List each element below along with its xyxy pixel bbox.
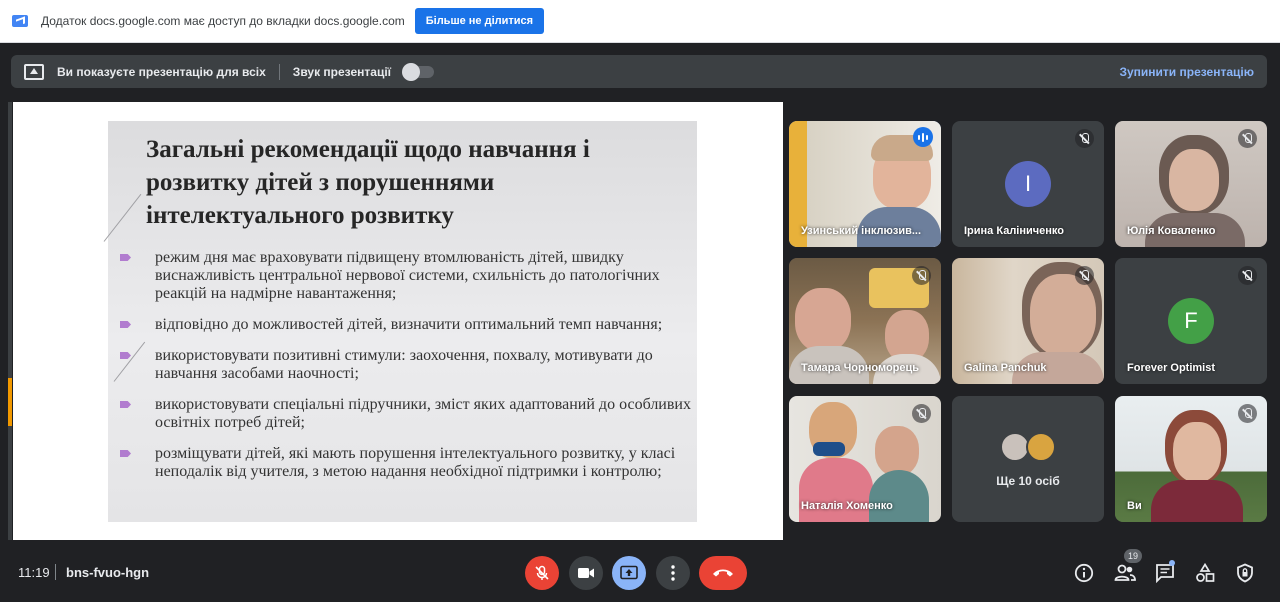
- stop-sharing-button[interactable]: Більше не ділитися: [414, 8, 545, 34]
- bullet-arrow-icon: [120, 450, 131, 457]
- avatar: І: [1005, 161, 1051, 207]
- more-options-icon: [671, 565, 675, 581]
- bullet-arrow-icon: [120, 352, 131, 359]
- person-silhouette: [1151, 480, 1243, 522]
- tab-share-bar: Додаток docs.google.com має доступ до вк…: [0, 0, 1280, 43]
- mic-off-icon: [912, 404, 931, 423]
- participant-tile[interactable]: Тамара Чорноморець: [789, 258, 941, 384]
- people-button[interactable]: [1114, 562, 1136, 584]
- slide-bullet: відповідно до можливостей дітей, визначи…: [118, 316, 693, 334]
- participant-tile[interactable]: Наталія Хоменко: [789, 396, 941, 522]
- bullet-text: використовувати спеціальні підручники, з…: [155, 396, 691, 431]
- share-message: Додаток docs.google.com має доступ до вк…: [41, 14, 405, 28]
- person-silhouette: [813, 442, 845, 456]
- bullet-text: відповідно до можливостей дітей, визначи…: [155, 316, 663, 333]
- more-participants-label: Ще 10 осіб: [996, 474, 1060, 488]
- bullet-arrow-icon: [120, 321, 131, 328]
- participant-name: Ви: [1127, 500, 1142, 512]
- participant-name: Ірина Каліниченко: [964, 225, 1064, 237]
- more-participants-tile[interactable]: Ще 10 осіб: [952, 396, 1104, 522]
- avatar: [1026, 432, 1056, 462]
- meeting-info-button[interactable]: [1073, 562, 1095, 584]
- person-silhouette: [869, 470, 929, 522]
- presenting-bar: Ви показуєте презентацію для всіх Звук п…: [11, 55, 1267, 88]
- host-controls-icon: [1237, 563, 1253, 583]
- left-edge-accent: [8, 378, 12, 426]
- participant-tile[interactable]: Galina Panchuk: [952, 258, 1104, 384]
- participant-name: Forever Optimist: [1127, 362, 1216, 374]
- person-silhouette: [799, 458, 873, 522]
- bullet-text: режим дня має враховувати підвищену втом…: [155, 249, 660, 302]
- person-silhouette: [1169, 149, 1219, 211]
- slide-content-panel: Загальні рекомендації щодо навчання і ро…: [103, 121, 697, 522]
- person-silhouette: [1173, 422, 1221, 482]
- participant-name: Galina Panchuk: [964, 362, 1047, 374]
- self-view-tile[interactable]: Ви: [1115, 396, 1267, 522]
- mic-toggle-button[interactable]: [525, 556, 559, 590]
- camera-toggle-button[interactable]: [569, 556, 603, 590]
- info-icon: [1074, 563, 1094, 583]
- present-icon: [620, 565, 638, 580]
- chat-notification-dot: [1169, 560, 1175, 566]
- more-options-button[interactable]: [656, 556, 690, 590]
- slide-title: Загальні рекомендації щодо навчання і ро…: [146, 136, 590, 229]
- shared-slide: Загальні рекомендації щодо навчання і ро…: [13, 102, 783, 540]
- slide-bullet: режим дня має враховувати підвищену втом…: [118, 249, 693, 303]
- person-silhouette: [875, 426, 919, 476]
- divider: [278, 63, 280, 80]
- present-button[interactable]: [612, 556, 646, 590]
- mic-off-icon: [1075, 266, 1094, 285]
- activities-button[interactable]: [1194, 562, 1216, 584]
- avatar: F: [1168, 298, 1214, 344]
- toggle-knob: [402, 62, 421, 81]
- participant-name: Юлія Коваленко: [1127, 225, 1216, 237]
- present-screen-icon: [24, 63, 44, 80]
- bullet-text: використовувати позитивні стимули: заохо…: [155, 347, 653, 382]
- mic-off-icon: [535, 565, 549, 580]
- bullet-text: розміщувати дітей, які мають порушення і…: [155, 445, 676, 480]
- chat-icon: [1156, 564, 1174, 583]
- participant-name: Узинський інклюзив...: [801, 225, 922, 237]
- slide-bullet: використовувати спеціальні підручники, з…: [118, 396, 693, 432]
- presentation-sound-toggle[interactable]: [402, 62, 435, 81]
- participant-name: Наталія Хоменко: [801, 500, 893, 512]
- mic-off-icon: [1238, 129, 1257, 148]
- slide-bullet: використовувати позитивні стимули: заохо…: [118, 347, 693, 383]
- participant-tile[interactable]: Узинський інклюзив...: [789, 121, 941, 247]
- participant-tile[interactable]: І Ірина Каліниченко: [952, 121, 1104, 247]
- share-tab-icon: [12, 15, 28, 27]
- hang-up-icon: [713, 569, 733, 577]
- bottom-control-bar: 11:19 bns-fvuo-hgn 19: [0, 545, 1280, 602]
- slide-bullet-list: режим дня має враховувати підвищену втом…: [118, 249, 693, 494]
- bullet-arrow-icon: [120, 401, 131, 408]
- bullet-arrow-icon: [120, 254, 131, 261]
- people-icon: [1114, 564, 1136, 581]
- decorative-line: [103, 193, 142, 242]
- mic-off-icon: [1075, 129, 1094, 148]
- mic-off-icon: [1238, 404, 1257, 423]
- camera-icon: [578, 568, 594, 578]
- stop-presenting-button[interactable]: Зупинити презентацію: [1119, 65, 1254, 79]
- slide-bullet: розміщувати дітей, які мають порушення і…: [118, 445, 693, 481]
- left-edge-stripe: [8, 102, 12, 540]
- person-silhouette: [1030, 274, 1096, 356]
- speaking-indicator-icon: [913, 127, 933, 147]
- divider: [55, 564, 56, 580]
- presentation-sound-label: Звук презентації: [292, 64, 392, 79]
- participant-name: Тамара Чорноморець: [801, 362, 920, 374]
- participant-tile[interactable]: F Forever Optimist: [1115, 258, 1267, 384]
- hang-up-button[interactable]: [699, 556, 747, 590]
- participant-tile[interactable]: Юлія Коваленко: [1115, 121, 1267, 247]
- mic-off-icon: [1238, 266, 1257, 285]
- meeting-code: bns-fvuo-hgn: [66, 565, 150, 580]
- presenting-label: Ви показуєте презентацію для всіх: [57, 64, 266, 79]
- person-silhouette: [795, 288, 851, 352]
- mic-off-icon: [912, 266, 931, 285]
- meeting-time: 11:19: [18, 565, 50, 580]
- host-controls-button[interactable]: [1234, 562, 1256, 584]
- activities-icon: [1196, 563, 1215, 582]
- participant-count-badge: 19: [1124, 549, 1142, 563]
